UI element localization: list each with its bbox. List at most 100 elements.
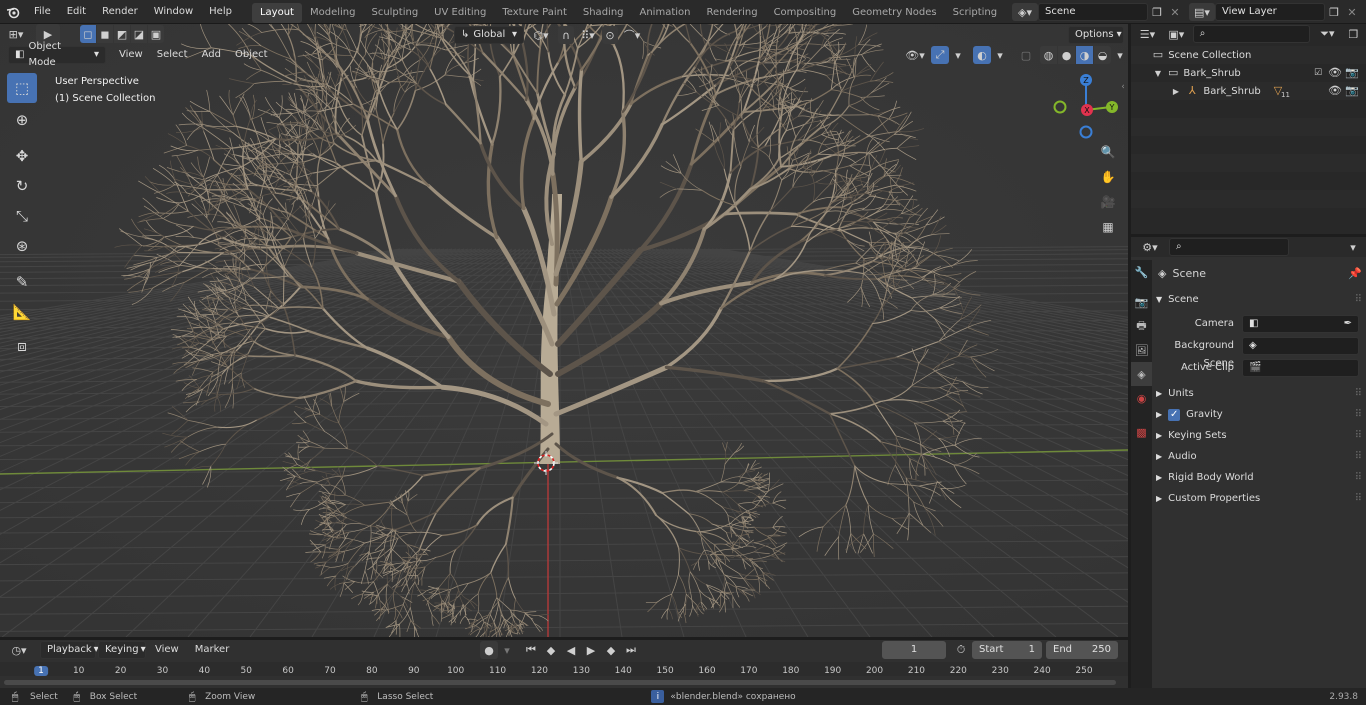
pin-icon[interactable]: 📌	[1348, 267, 1362, 280]
tab-texture-paint[interactable]: Texture Paint	[494, 3, 575, 23]
new-view-layer-icon[interactable]: ❐	[1325, 3, 1343, 21]
jump-end-icon[interactable]: ⏭	[622, 641, 640, 659]
scene-panel-header[interactable]: ▼ Scene ⠿	[1156, 290, 1362, 310]
camera-field[interactable]: ◧ ✒	[1242, 315, 1359, 333]
xray-toggle-icon[interactable]: ▢	[1017, 46, 1035, 64]
rigid-body-world-panel-header[interactable]: ▶ Rigid Body World ⠿	[1156, 468, 1362, 488]
stopwatch-icon[interactable]: ⏱	[952, 641, 970, 659]
view-layer-field[interactable]: View Layer	[1215, 3, 1325, 21]
overlay-dropdown-icon[interactable]: ▾	[994, 46, 1006, 64]
select-mode-invert-icon[interactable]: ◪	[131, 25, 147, 43]
properties-editor-type-icon[interactable]: ⚙▾	[1137, 238, 1163, 256]
menu-help[interactable]: Help	[201, 0, 240, 24]
properties-search-input[interactable]: ⌕	[1169, 238, 1289, 256]
output-tab-icon[interactable]: 🖶	[1131, 314, 1152, 338]
timeline-editor-type-icon[interactable]: ◷▾	[4, 641, 34, 659]
move-tool-icon[interactable]: ✥	[7, 141, 37, 171]
visibility-icon[interactable]: 👁▾	[902, 46, 928, 64]
select-mode-intersect-icon[interactable]: ▣	[148, 25, 164, 43]
options-dropdown[interactable]: Options ▾	[1068, 26, 1124, 44]
jump-start-icon[interactable]: ⏮	[522, 641, 540, 659]
drag-handle-icon[interactable]: ⠿	[1355, 290, 1362, 310]
custom-properties-panel-header[interactable]: ▶ Custom Properties ⠿	[1156, 489, 1362, 509]
camera-view-icon[interactable]: 🎥	[1097, 191, 1119, 213]
outliner-row-scene-collection[interactable]: ▭ Scene Collection	[1131, 46, 1366, 64]
scene-browse-icon[interactable]: ◈▾	[1012, 3, 1038, 21]
overlay-toggle-icon[interactable]: ◐	[973, 46, 991, 64]
menu-edit[interactable]: Edit	[59, 0, 94, 24]
timeline-view-menu[interactable]: View	[148, 641, 186, 659]
falloff-icon[interactable]: ⌒▾	[622, 26, 642, 44]
outliner-search-input[interactable]: ⌕	[1192, 25, 1310, 43]
current-frame-field[interactable]: 1	[882, 641, 946, 659]
tab-rendering[interactable]: Rendering	[698, 3, 765, 23]
tab-layout[interactable]: Layout	[251, 2, 302, 23]
active-clip-field[interactable]: 🎬	[1242, 359, 1359, 377]
view-layer-tab-icon[interactable]: 🖼	[1131, 338, 1152, 362]
transform-orientation-dropdown[interactable]: ↳ Global ▾	[454, 26, 524, 44]
menu-object[interactable]: Object	[228, 46, 275, 64]
keying-menu[interactable]: Keying ▾	[98, 641, 146, 659]
navigation-gizmo[interactable]: Z Y X	[1050, 72, 1126, 142]
drag-handle-icon[interactable]: ⠿	[1355, 468, 1362, 488]
new-scene-icon[interactable]: ❐	[1148, 3, 1166, 21]
gravity-checkbox[interactable]: ✓	[1168, 409, 1181, 421]
playback-menu[interactable]: Playback ▾	[40, 641, 99, 659]
tool-tab-icon[interactable]: 🔧	[1131, 260, 1152, 284]
select-mode-extend-icon[interactable]: ◼	[97, 25, 113, 43]
outliner-row-collection[interactable]: ▼ ▭ Bark_Shrub ☑ 👁 📷	[1131, 64, 1366, 82]
shading-rendered-icon[interactable]: ◒	[1094, 46, 1111, 64]
tab-sculpting[interactable]: Sculpting	[363, 3, 426, 23]
shading-dropdown-icon[interactable]: ▾	[1114, 46, 1126, 64]
editor-type-icon[interactable]: ⊞▾	[0, 24, 32, 44]
snap-toggle-icon[interactable]: ∩	[558, 26, 574, 44]
drag-handle-icon[interactable]: ⠿	[1355, 384, 1362, 404]
background-scene-field[interactable]: ◈	[1242, 337, 1359, 355]
camera-render-icon[interactable]: 📷	[1345, 64, 1359, 82]
eyedropper-icon[interactable]: ✒	[1344, 316, 1352, 332]
menu-render[interactable]: Render	[94, 0, 146, 24]
properties-options-icon[interactable]: ▾	[1346, 238, 1360, 256]
scene-name-field[interactable]: Scene	[1038, 3, 1148, 21]
annotate-tool-icon[interactable]: ✎	[7, 267, 37, 297]
tab-scripting[interactable]: Scripting	[945, 3, 1005, 23]
measure-tool-icon[interactable]: 📐	[7, 297, 37, 327]
tab-compositing[interactable]: Compositing	[766, 3, 845, 23]
neg-y-axis-handle[interactable]	[1053, 100, 1067, 114]
keying-sets-panel-header[interactable]: ▶ Keying Sets ⠿	[1156, 426, 1362, 446]
drag-handle-icon[interactable]: ⠿	[1355, 447, 1362, 467]
eye-icon[interactable]: 👁	[1328, 82, 1342, 100]
tab-animation[interactable]: Animation	[632, 3, 699, 23]
select-mode-subtract-icon[interactable]: ◩	[114, 25, 130, 43]
render-tab-icon[interactable]: 📷	[1131, 290, 1152, 314]
expand-arrow-icon[interactable]: ▼	[1153, 65, 1163, 83]
gizmo-toggle-icon[interactable]: ⤢	[931, 46, 949, 64]
next-keyframe-icon[interactable]: ◆	[602, 641, 620, 659]
play-icon[interactable]: ▶	[582, 641, 600, 659]
record-icon[interactable]: ●	[480, 641, 498, 659]
pivot-point-icon[interactable]: ⌬▾	[528, 26, 554, 44]
scene-tab-icon[interactable]: ◈	[1131, 362, 1152, 386]
mode-dropdown[interactable]: ◧ Object Mode ▾	[8, 41, 106, 68]
menu-add[interactable]: Add	[195, 46, 228, 64]
prev-keyframe-icon[interactable]: ◆	[542, 641, 560, 659]
units-panel-header[interactable]: ▶ Units ⠿	[1156, 384, 1362, 404]
zoom-icon[interactable]: 🔍	[1097, 141, 1119, 163]
outliner-editor-type-icon[interactable]: ☰▾	[1135, 25, 1160, 43]
display-mode-icon[interactable]: ▣▾	[1164, 25, 1189, 43]
menu-window[interactable]: Window	[146, 0, 201, 24]
add-cube-tool-icon[interactable]: ⧈	[7, 331, 37, 361]
record-dropdown-icon[interactable]: ▾	[500, 641, 514, 659]
timeline-scrollbar[interactable]	[4, 680, 1116, 685]
texture-tab-icon[interactable]: ▩	[1131, 420, 1152, 444]
timeline-marker-menu[interactable]: Marker	[188, 641, 237, 659]
drag-handle-icon[interactable]: ⠿	[1355, 405, 1362, 425]
shading-wireframe-icon[interactable]: ◍	[1040, 46, 1057, 64]
snap-target-icon[interactable]: ⠿▾	[578, 26, 598, 44]
proportional-edit-icon[interactable]: ⊙	[602, 26, 618, 44]
cursor-tool-icon[interactable]: ⊕	[7, 105, 37, 135]
neg-z-axis-handle[interactable]	[1079, 125, 1093, 139]
menu-view[interactable]: View	[112, 46, 150, 64]
drag-handle-icon[interactable]: ⠿	[1355, 489, 1362, 509]
drag-handle-icon[interactable]: ⠿	[1355, 426, 1362, 446]
